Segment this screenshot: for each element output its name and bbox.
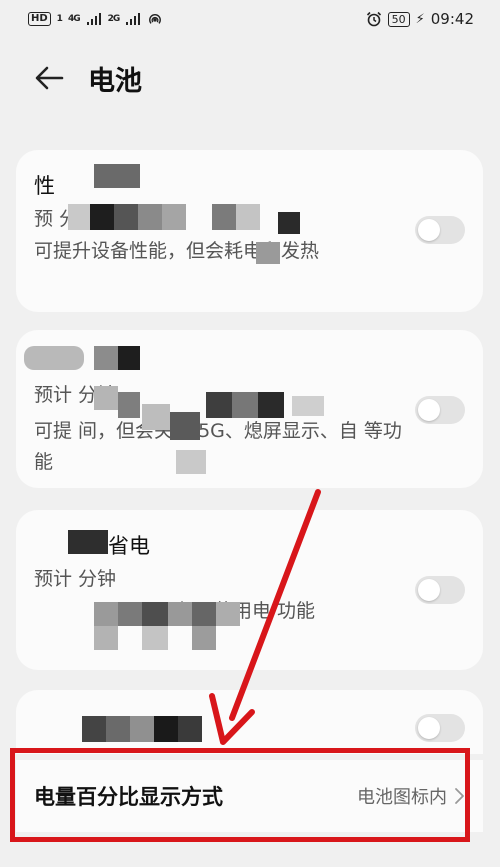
- mosaic: [162, 204, 186, 230]
- mosaic: [24, 346, 84, 370]
- mosaic: [118, 392, 140, 418]
- mosaic: [106, 716, 130, 742]
- mosaic: [142, 602, 168, 626]
- arrow-left-icon[interactable]: [32, 61, 66, 95]
- mosaic: [130, 716, 154, 742]
- mosaic: [94, 386, 118, 410]
- page-header: 电池: [0, 48, 500, 108]
- mosaic: [142, 404, 170, 430]
- card-title: 性: [34, 174, 55, 198]
- mosaic: [168, 602, 192, 626]
- mosaic: [170, 412, 200, 440]
- chevron-right-icon: [455, 788, 464, 804]
- mosaic: [118, 346, 140, 370]
- card-description: 可提升设备性能，但会耗电和发热: [34, 240, 320, 262]
- mosaic: [258, 392, 284, 418]
- status-left: HD 1 4G 2G: [28, 12, 163, 26]
- mosaic: [82, 716, 106, 742]
- mosaic: [68, 530, 108, 554]
- battery-percentage-display-row[interactable]: 电量百分比显示方式 电池图标内: [16, 760, 483, 832]
- status-right: 50 ⚡ 09:42: [366, 10, 474, 28]
- ultra-power-saving-toggle[interactable]: [415, 576, 465, 604]
- battery-option-card[interactable]: [16, 690, 483, 754]
- mosaic: [142, 626, 168, 650]
- hotspot-icon: [149, 14, 162, 24]
- mosaic: [212, 204, 236, 230]
- ultra-power-saving-card[interactable]: 省电 预计 分钟 仅可使用电 功能: [16, 510, 483, 670]
- power-saving-toggle[interactable]: [415, 396, 465, 424]
- network-2g-label: 2G: [107, 14, 121, 24]
- mosaic: [90, 204, 114, 230]
- hd-badge: HD: [28, 12, 51, 26]
- page-title: 电池: [88, 65, 142, 97]
- mosaic: [192, 626, 216, 650]
- mosaic: [176, 450, 206, 474]
- mosaic: [94, 602, 118, 626]
- mosaic: [178, 716, 202, 742]
- card-subtitle: 预计 分钟: [34, 568, 117, 590]
- performance-mode-toggle[interactable]: [415, 216, 465, 244]
- mosaic: [192, 602, 216, 626]
- battery-percentage-value-group: 电池图标内: [357, 783, 465, 809]
- mosaic: [118, 602, 142, 626]
- mosaic: [278, 212, 300, 234]
- battery-option-toggle[interactable]: [415, 714, 465, 742]
- mosaic: [216, 602, 240, 626]
- clock: 09:42: [430, 10, 474, 28]
- mosaic: [114, 204, 138, 230]
- sim-indicator: 1: [56, 14, 63, 24]
- network-4g-label: 4G: [67, 14, 81, 24]
- charging-icon: ⚡: [415, 11, 425, 27]
- mosaic: [94, 346, 118, 370]
- power-saving-card[interactable]: 预计 分钟 可提 间，但会关闭 5G、熄屏显示、自 等功能: [16, 330, 483, 488]
- mosaic: [94, 626, 118, 650]
- battery-percentage-value: 电池图标内: [357, 787, 447, 808]
- mosaic: [256, 242, 280, 264]
- battery-level: 50: [387, 11, 410, 27]
- mosaic: [94, 164, 140, 188]
- signal-icon-2: [126, 13, 141, 25]
- mosaic: [292, 396, 324, 416]
- mosaic: [68, 204, 90, 230]
- mosaic: [232, 392, 258, 418]
- status-bar: HD 1 4G 2G 50 ⚡ 09:42: [0, 0, 500, 38]
- battery-percentage-label: 电量百分比显示方式: [34, 785, 223, 809]
- signal-icon: [86, 13, 101, 25]
- mosaic: [138, 204, 162, 230]
- mosaic: [154, 716, 178, 742]
- performance-mode-card[interactable]: 性 预 分钟 可提升设备性能，但会耗电和发热: [16, 150, 483, 312]
- alarm-icon: [366, 11, 381, 27]
- card-title: 省电: [108, 534, 150, 558]
- card-description: 可提 间，但会关闭 5G、熄屏显示、自 等功能: [34, 420, 402, 473]
- mosaic: [236, 204, 260, 230]
- mosaic: [206, 392, 232, 418]
